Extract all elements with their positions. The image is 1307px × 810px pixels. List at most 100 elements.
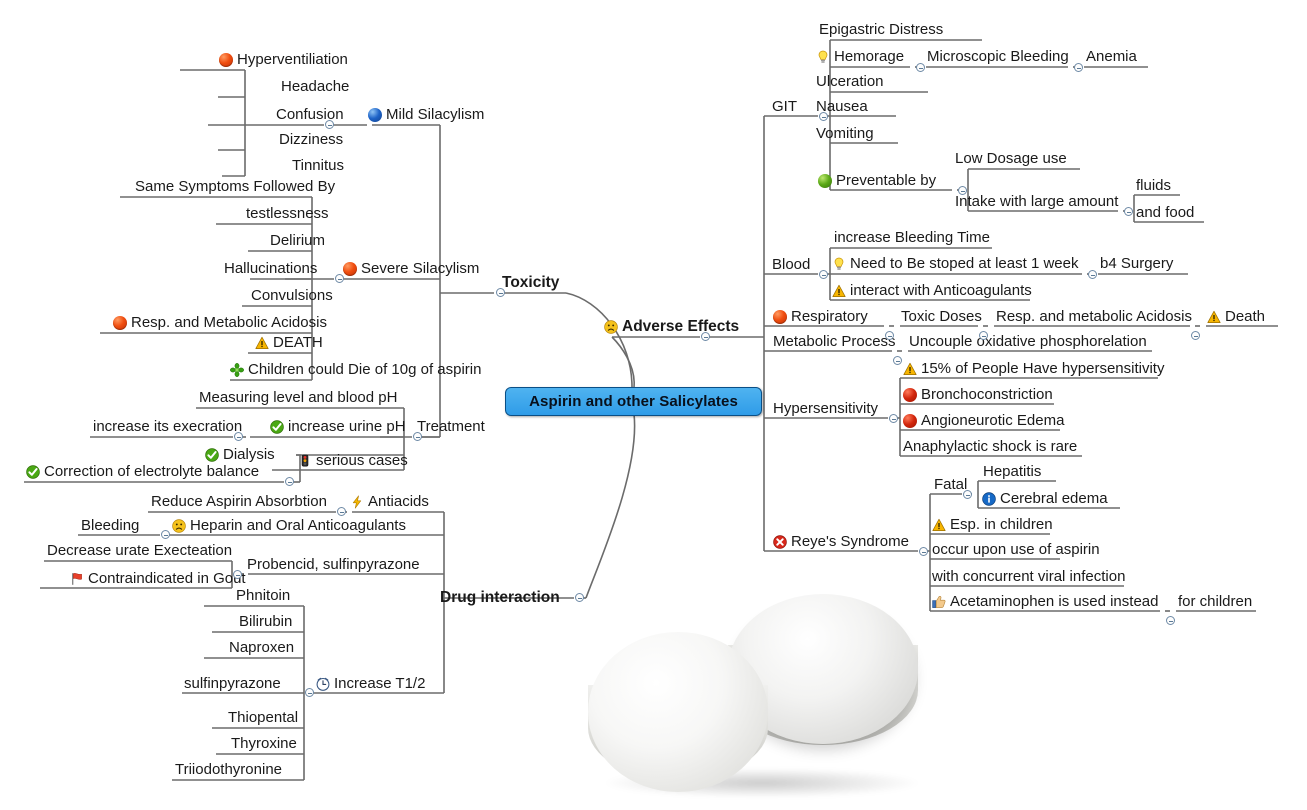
node-ulceration[interactable]: Ulceration [816, 72, 884, 91]
node-uncouple-oxidative-phosphorelation[interactable]: Uncouple oxidative phosphorelation [909, 332, 1147, 351]
collapse-handle-toxicity[interactable] [496, 288, 505, 297]
node-interact-anticoagulants[interactable]: interact with Anticoagulants [832, 281, 1032, 300]
branch-drug-interaction[interactable]: Drug interaction [440, 588, 560, 607]
node-treatment[interactable]: Treatment [417, 417, 485, 436]
node-preventable-by[interactable]: Preventable by [818, 171, 936, 190]
node-probencid-sulfinpyrazone[interactable]: Probencid, sulfinpyrazone [247, 555, 420, 574]
node-bleeding[interactable]: Bleeding [81, 516, 139, 535]
node-increase-t12[interactable]: Increase T1/2 [316, 674, 425, 693]
node-low-dosage-use[interactable]: Low Dosage use [955, 149, 1067, 168]
collapse-handle-mild[interactable] [325, 120, 334, 129]
node-cerebral-edema[interactable]: Cerebral edema [982, 489, 1108, 508]
node-resp-metabolic-acidosis-right[interactable]: Resp. and metabolic Acidosis [996, 307, 1192, 326]
node-correction-electrolyte-balance[interactable]: Correction of electrolyte balance [26, 462, 259, 481]
collapse-handle-increase-urine-ph[interactable] [234, 432, 243, 441]
collapse-handle-fatal[interactable] [963, 490, 972, 499]
node-git[interactable]: GIT [772, 97, 797, 116]
collapse-handle-adverse-effects[interactable] [701, 332, 710, 341]
node-triiodothyronine[interactable]: Triiodothyronine [175, 760, 282, 779]
node-confusion[interactable]: Confusion [276, 105, 344, 124]
collapse-handle-heparin[interactable] [161, 530, 170, 539]
node-testlessness[interactable]: testlessness [246, 204, 329, 223]
collapse-handle-hemorage[interactable] [916, 63, 925, 72]
node-acetaminophen-used-instead[interactable]: Acetaminophen is used instead [932, 592, 1158, 611]
node-naproxen[interactable]: Naproxen [229, 638, 294, 657]
node-phnitoin[interactable]: Phnitoin [236, 586, 290, 605]
node-bilirubin[interactable]: Bilirubin [239, 612, 292, 631]
collapse-handle-blood[interactable] [819, 270, 828, 279]
node-toxic-doses[interactable]: Toxic Doses [901, 307, 982, 326]
collapse-handle-git[interactable] [819, 112, 828, 121]
node-heparin-oral-anticoagulants[interactable]: Heparin and Oral Anticoagulants [172, 516, 406, 535]
node-serious-cases[interactable]: serious cases [298, 451, 408, 470]
collapse-handle-intake-large-amount[interactable] [1124, 207, 1133, 216]
branch-adverse-effects[interactable]: Adverse Effects [604, 317, 739, 336]
node-with-concurrent-viral-infection[interactable]: with concurrent viral infection [932, 567, 1125, 586]
node-hallucinations[interactable]: Hallucinations [224, 259, 317, 278]
node-thiopental[interactable]: Thiopental [228, 708, 298, 727]
collapse-handle-increase-t12[interactable] [305, 688, 314, 697]
node-increase-urine-ph[interactable]: increase urine pH [270, 417, 406, 436]
node-bronchoconstriction[interactable]: Bronchoconstriction [903, 385, 1053, 404]
node-metabolic-process[interactable]: Metabolic Process [773, 332, 896, 351]
node-severe-silacylism[interactable]: Severe Silacylism [343, 259, 479, 278]
node-esp-in-children[interactable]: Esp. in children [932, 515, 1053, 534]
collapse-handle-hypersensitivity[interactable] [889, 414, 898, 423]
node-hemorage[interactable]: Hemorage [816, 47, 904, 66]
node-intake-large-amount[interactable]: Intake with large amount [955, 192, 1118, 211]
collapse-handle-microscopic-bleeding[interactable] [1074, 63, 1083, 72]
node-dizziness[interactable]: Dizziness [279, 130, 343, 149]
node-fluids[interactable]: fluids [1136, 176, 1171, 195]
collapse-handle-toxic-doses[interactable] [979, 331, 988, 340]
node-tinnitus[interactable]: Tinnitus [292, 156, 344, 175]
node-angioneurotic-edema[interactable]: Angioneurotic Edema [903, 411, 1064, 430]
node-delirium[interactable]: Delirium [270, 231, 325, 250]
node-antiacids[interactable]: Antiacids [350, 492, 429, 511]
node-15-percent-hypersensitivity[interactable]: 15% of People Have hypersensitivity [903, 359, 1164, 378]
node-respiratory[interactable]: Respiratory [773, 307, 868, 326]
node-occur-upon-use-aspirin[interactable]: occur upon use of aspirin [932, 540, 1100, 559]
node-convulsions[interactable]: Convulsions [251, 286, 333, 305]
node-and-food[interactable]: and food [1136, 203, 1194, 222]
node-decrease-urate-excretion[interactable]: Decrease urate Execteation [47, 541, 232, 560]
node-thyroxine[interactable]: Thyroxine [231, 734, 297, 753]
node-contraindicated-in-gout[interactable]: Contraindicated in Gout [70, 569, 246, 588]
collapse-handle-serious-cases[interactable] [285, 477, 294, 486]
collapse-handle-respiratory[interactable] [885, 331, 894, 340]
node-sulfinpyrazone[interactable]: sulfinpyrazone [184, 674, 281, 693]
node-hypersensitivity[interactable]: Hypersensitivity [773, 399, 878, 418]
collapse-handle-probencid[interactable] [233, 570, 242, 579]
node-increase-bleeding-time[interactable]: increase Bleeding Time [834, 228, 990, 247]
collapse-handle-metabolic-process[interactable] [893, 356, 902, 365]
node-for-children[interactable]: for children [1178, 592, 1252, 611]
node-blood[interactable]: Blood [772, 255, 810, 274]
collapse-handle-need-stoped[interactable] [1088, 270, 1097, 279]
node-mild-silacylism[interactable]: Mild Silacylism [368, 105, 484, 124]
node-anemia[interactable]: Anemia [1086, 47, 1137, 66]
node-need-stoped-1-week[interactable]: Need to Be stoped at least 1 week [832, 254, 1078, 273]
node-same-symptoms[interactable]: Same Symptoms Followed By [135, 177, 335, 196]
node-death-toxicity[interactable]: DEATH [255, 333, 323, 352]
collapse-handle-acetaminophen[interactable] [1166, 616, 1175, 625]
node-reduce-aspirin-absorbtion[interactable]: Reduce Aspirin Absorbtion [151, 492, 327, 511]
central-topic[interactable]: Aspirin and other Salicylates [505, 387, 762, 416]
collapse-handle-severe[interactable] [335, 274, 344, 283]
node-fatal[interactable]: Fatal [934, 475, 967, 494]
branch-toxicity[interactable]: Toxicity [502, 273, 559, 292]
node-epigastric-distress[interactable]: Epigastric Distress [819, 20, 943, 39]
node-hyperventiliation[interactable]: Hyperventiliation [219, 50, 348, 69]
node-resp-metabolic-acidosis[interactable]: Resp. and Metabolic Acidosis [113, 313, 327, 332]
collapse-handle-preventable-by[interactable] [958, 186, 967, 195]
collapse-handle-resp-acidosis[interactable] [1191, 331, 1200, 340]
collapse-handle-treatment[interactable] [413, 432, 422, 441]
node-vomiting[interactable]: Vomiting [816, 124, 874, 143]
node-increase-its-execration[interactable]: increase its execration [93, 417, 242, 436]
node-b4-surgery[interactable]: b4 Surgery [1100, 254, 1173, 273]
node-death-right[interactable]: Death [1207, 307, 1265, 326]
node-headache[interactable]: Headache [281, 77, 349, 96]
node-microscopic-bleeding[interactable]: Microscopic Bleeding [927, 47, 1069, 66]
node-children-die-10g[interactable]: Children could Die of 10g of aspirin [230, 360, 481, 379]
node-reyes-syndrome[interactable]: Reye's Syndrome [773, 532, 909, 551]
node-measuring-level-blood-ph[interactable]: Measuring level and blood pH [199, 388, 397, 407]
node-anaphylactic-shock-rare[interactable]: Anaphylactic shock is rare [903, 437, 1077, 456]
